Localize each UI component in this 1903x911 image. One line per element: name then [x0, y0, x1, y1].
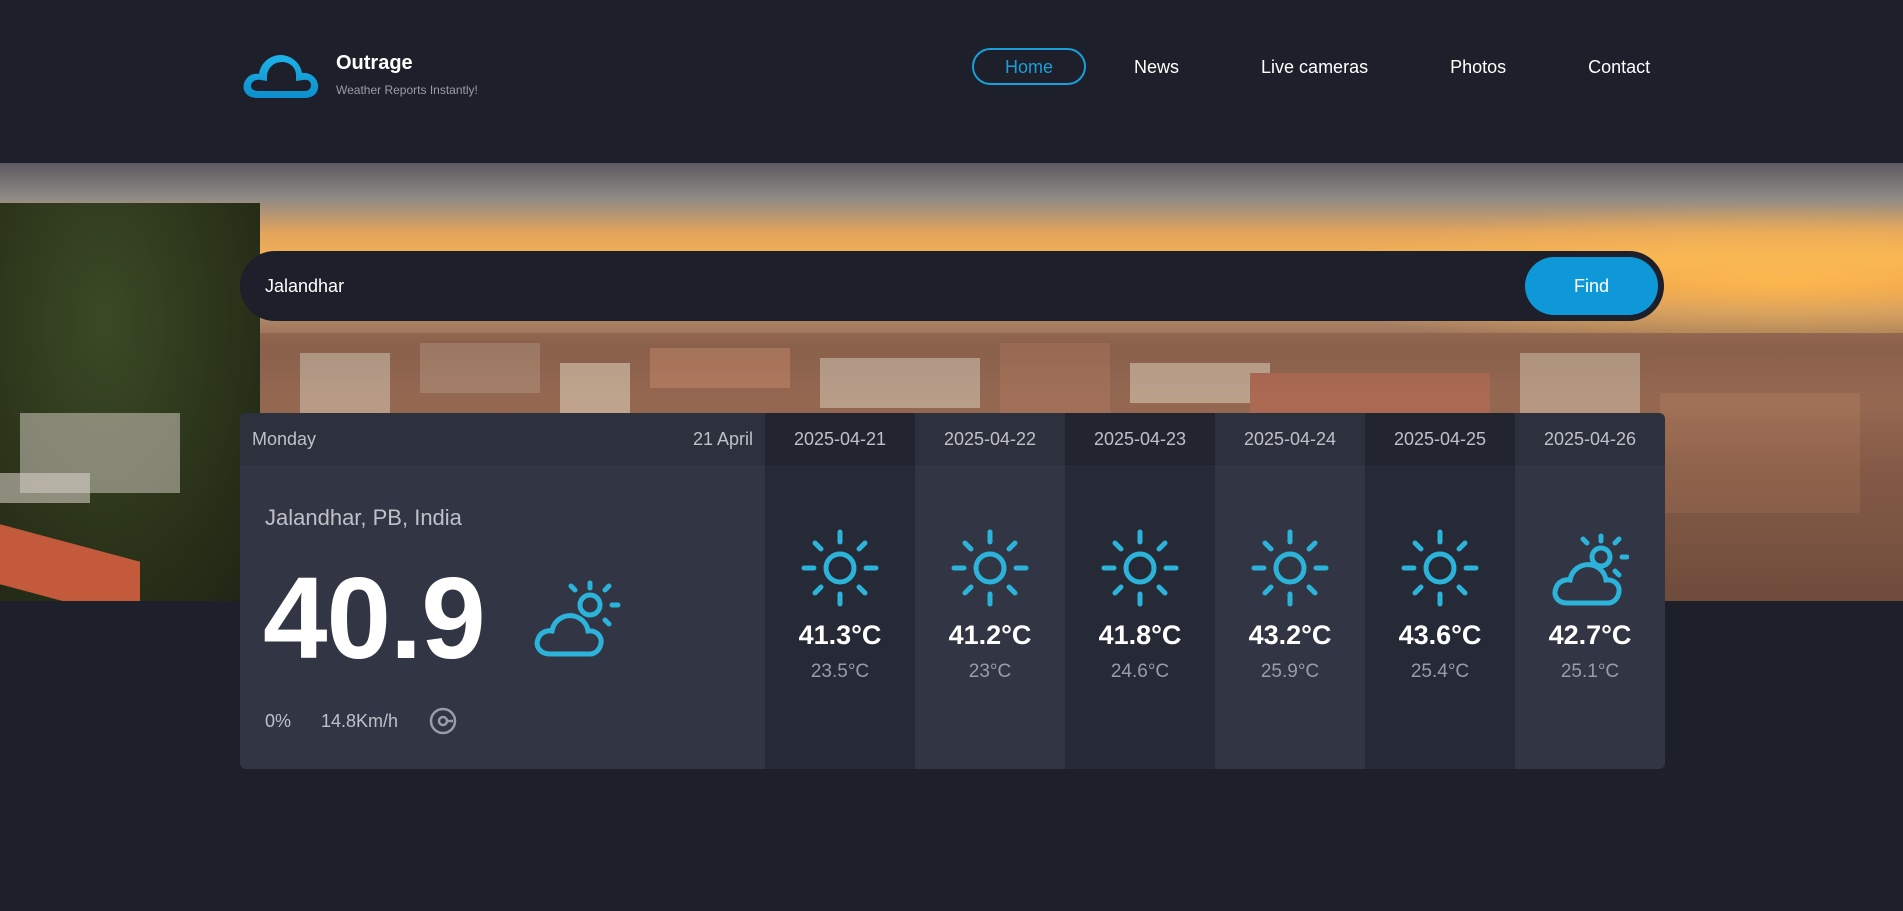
- forecast-day: 2025-04-21 41.3°C 23.5°C: [765, 413, 915, 769]
- forecast-max-temp: 41.3°C: [798, 620, 882, 650]
- today-card: Monday 21 April Jalandhar, PB, India 40.…: [240, 413, 765, 769]
- forecast-day: 2025-04-24 43.2°C 25.9°C: [1215, 413, 1365, 769]
- partly-cloudy-icon: [1552, 533, 1629, 606]
- today-header: Monday 21 April: [240, 413, 765, 465]
- forecast-max-temp: 41.2°C: [948, 620, 1032, 650]
- forecast-min-temp: 23.5°C: [810, 661, 870, 682]
- logo[interactable]: Outrage Weather Reports Instantly!: [239, 48, 478, 102]
- partly-cloudy-icon: [534, 580, 621, 657]
- forecast-min-temp: 25.1°C: [1560, 661, 1620, 682]
- forecast-max-temp: 41.8°C: [1098, 620, 1182, 650]
- today-date: 21 April: [692, 428, 753, 449]
- nav-contact[interactable]: Contact: [1554, 48, 1684, 85]
- location: Jalandhar, PB, India: [265, 505, 462, 530]
- site-header: Outrage Weather Reports Instantly! Home …: [0, 0, 1903, 163]
- forecast-max-temp: 43.6°C: [1398, 620, 1482, 650]
- forecast-date: 2025-04-24: [1215, 413, 1365, 465]
- forecast-date: 2025-04-23: [1065, 413, 1215, 465]
- current-temperature: 40.9: [263, 553, 486, 683]
- forecast-max-temp: 43.2°C: [1248, 620, 1332, 650]
- sun-icon: [1251, 529, 1329, 607]
- forecast-max-temp: 42.7°C: [1548, 620, 1632, 650]
- nav-live-cameras[interactable]: Live cameras: [1227, 48, 1402, 85]
- forecast-date: 2025-04-22: [915, 413, 1065, 465]
- humidity-value: 0%: [265, 710, 292, 731]
- cloud-logo-icon: [243, 54, 319, 98]
- forecast-day: 2025-04-25 43.6°C 25.4°C: [1365, 413, 1515, 769]
- forecast-date: 2025-04-21: [765, 413, 915, 465]
- forecast-min-temp: 25.9°C: [1260, 661, 1320, 682]
- forecast-panel: Monday 21 April Jalandhar, PB, India 40.…: [240, 413, 1665, 769]
- forecast-day: 2025-04-23 41.8°C 24.6°C: [1065, 413, 1215, 769]
- sun-icon: [1401, 529, 1479, 607]
- search-bar: Find: [240, 251, 1664, 321]
- find-button[interactable]: Find: [1525, 257, 1658, 315]
- today-day: Monday: [252, 428, 317, 449]
- nav-home[interactable]: Home: [972, 48, 1087, 85]
- forecast-date: 2025-04-26: [1515, 413, 1665, 465]
- search-input[interactable]: [240, 275, 1525, 297]
- nav-photos[interactable]: Photos: [1416, 48, 1540, 85]
- forecast-min-temp: 23°C: [968, 661, 1012, 682]
- sun-icon: [801, 529, 879, 607]
- sun-icon: [951, 529, 1029, 607]
- forecast-day: 2025-04-26 42.7°C 25.1°C: [1515, 413, 1665, 769]
- brand-name: Outrage: [336, 52, 413, 74]
- forecast-min-temp: 25.4°C: [1410, 661, 1470, 682]
- wind-speed: 14.8Km/h: [321, 710, 399, 731]
- compass-icon: [429, 707, 457, 735]
- forecast-min-temp: 24.6°C: [1110, 661, 1170, 682]
- brand-tagline: Weather Reports Instantly!: [336, 83, 478, 97]
- today-meta: 0% 14.8Km/h: [265, 706, 458, 736]
- forecast-date: 2025-04-25: [1365, 413, 1515, 465]
- main-nav: Home News Live cameras Photos Contact: [972, 48, 1698, 85]
- forecast-day: 2025-04-22 41.2°C 23°C: [915, 413, 1065, 769]
- nav-news[interactable]: News: [1100, 48, 1213, 85]
- sun-icon: [1101, 529, 1179, 607]
